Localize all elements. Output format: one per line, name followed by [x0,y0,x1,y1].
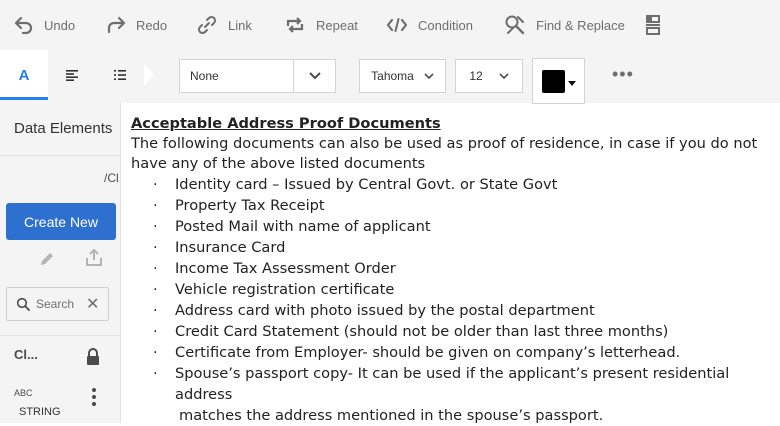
panel-title: Data Elements [14,120,113,137]
tab-paragraph[interactable] [48,50,96,100]
list-item: Property Tax Receipt [131,195,780,216]
list-item: Credit Card Statement (should not be old… [131,321,780,342]
share-icon[interactable] [84,248,104,273]
list-item-line: Spouse’s passport copy- It can be used i… [175,365,730,403]
redo-button[interactable]: Redo [106,0,167,50]
tab-pointer [144,64,154,86]
redo-icon [107,16,126,34]
link-label: Link [228,17,252,33]
condition-icon [386,18,408,32]
list-item: Spouse’s passport copy- It can be used i… [131,363,780,426]
undo-button[interactable]: Undo [14,0,75,50]
paragraph-align-icon [66,70,78,81]
font-family-select[interactable]: Tahoma [359,59,446,93]
undo-icon [14,16,33,34]
redo-label: Redo [136,17,168,33]
create-new-button[interactable]: Create New [6,203,116,240]
font-size-select[interactable]: 12 [455,59,523,93]
link-icon [197,15,217,35]
divider [0,155,121,156]
search-box: ✕ [6,287,109,321]
text-format-icon: A [18,66,30,84]
font-family-value: Tahoma [371,69,414,83]
list-item: Insurance Card [131,237,780,258]
divider [0,335,121,336]
chevron-down-icon [499,72,509,79]
search-input[interactable] [30,297,80,311]
active-tab-indicator [0,97,48,100]
type-badge: ABC [14,388,33,398]
document-intro: The following documents can also be used… [131,135,758,172]
chevron-down-icon [424,72,434,79]
list-icon [114,70,126,80]
document-list: Identity card – Issued by Central Govt. … [131,174,780,426]
list-item: Certificate from Employer- should be giv… [131,342,780,363]
top-toolbar: Undo Redo Link Repeat Condition Find & R… [0,0,780,50]
link-button[interactable]: Link [196,0,252,50]
search-icon [16,297,30,311]
color-swatch [541,69,565,93]
page-break-icon [646,15,660,35]
text-color-picker[interactable] [532,58,585,104]
condition-label: Condition [418,17,473,33]
data-element-name[interactable]: Cl... [14,347,38,362]
data-elements-panel: Data Elements /Cl Create New ✕ Cl... ABC… [0,103,121,423]
pencil-icon[interactable] [38,250,56,273]
font-size-value: 12 [469,69,483,83]
list-item: Income Tax Assessment Order [131,258,780,279]
caret-down-icon [567,80,576,86]
more-icon[interactable]: ••• [612,64,634,85]
find-replace-button[interactable]: Find & Replace [504,0,625,50]
list-item: Vehicle registration certificate [131,279,780,300]
tab-list[interactable] [96,50,144,100]
format-toolbar: A None Tahoma 12 ••• [0,50,780,104]
close-icon[interactable]: ✕ [86,294,99,314]
page-break-button[interactable] [644,0,662,50]
data-element-type: STRING [19,406,61,418]
list-item: Posted Mail with name of applicant [131,216,780,237]
condition-button[interactable]: Condition [386,0,473,50]
repeat-button[interactable]: Repeat [284,0,358,50]
list-item: Identity card – Issued by Central Govt. … [131,174,780,195]
repeat-label: Repeat [316,17,358,33]
breadcrumb[interactable]: /Cl [104,171,119,185]
kebab-icon[interactable] [91,387,97,412]
document-heading: Acceptable Address Proof Documents [131,115,441,132]
document-editor[interactable]: Acceptable Address Proof Documents The f… [131,114,780,426]
lock-icon [86,348,100,371]
tab-text-format[interactable]: A [0,50,48,100]
undo-label: Undo [44,17,76,33]
list-item: Address card with photo issued by the po… [131,300,780,321]
paragraph-style-value: None [180,60,295,92]
find-replace-label: Find & Replace [536,17,625,33]
chevron-down-icon[interactable] [294,72,335,80]
repeat-icon [286,17,304,33]
paragraph-style-select[interactable]: None [179,59,336,93]
find-replace-icon [505,15,525,35]
